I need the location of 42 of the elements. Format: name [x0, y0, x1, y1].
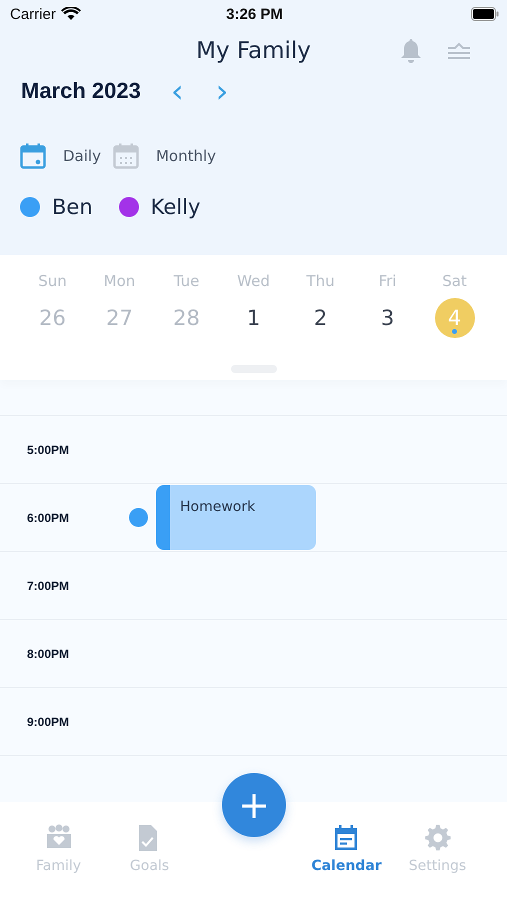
weekday-label: Thu	[305, 272, 336, 290]
battery-icon	[471, 7, 500, 21]
date-button[interactable]: 1	[234, 298, 274, 338]
date-button[interactable]: 2	[300, 298, 340, 338]
time-label: 8:00PM	[27, 646, 70, 660]
tab-bar-item[interactable]: Calendar	[301, 824, 392, 874]
settings-icon	[424, 824, 452, 852]
tab-bar-item[interactable]: Goals	[104, 824, 195, 874]
weekday-label: Sun	[37, 272, 68, 290]
date-button[interactable]: 28	[166, 298, 206, 338]
person-name: Ben	[52, 195, 93, 219]
weekday-label: Wed	[236, 272, 271, 290]
weekday-label: Tue	[172, 272, 200, 290]
weekday-label: Mon	[102, 272, 136, 290]
wifi-icon	[60, 7, 81, 21]
tab-bar-item[interactable]: Settings	[392, 824, 483, 874]
event-card[interactable]: Homework	[156, 485, 316, 550]
view-toggle[interactable]: Daily	[20, 141, 101, 171]
tab-bar-item[interactable]: Family	[13, 824, 104, 874]
month-label: March 2023	[21, 78, 141, 104]
next-month-button[interactable]: ›	[208, 77, 236, 105]
filter-icon[interactable]	[447, 41, 471, 61]
page-title: My Family	[196, 38, 311, 64]
time-label: 5:00PM	[27, 442, 70, 456]
view-toggle[interactable]: Monthly	[112, 141, 216, 171]
previous-month-button[interactable]: ‹	[162, 77, 192, 105]
weekday-label: Sat	[441, 272, 468, 290]
calendar-icon	[112, 143, 139, 169]
clock-time: 3:26 PM	[226, 6, 283, 22]
date-button[interactable]: 27	[100, 298, 140, 338]
person-name: Kelly	[150, 195, 200, 219]
date-button[interactable]: 26	[32, 298, 72, 338]
date-button[interactable]: 3	[368, 298, 408, 338]
date-button[interactable]: 4	[434, 298, 474, 338]
bell-icon[interactable]	[399, 38, 423, 64]
carrier-name: Carrier	[10, 6, 56, 22]
add-button[interactable]: +	[222, 773, 286, 837]
calendar-icon	[20, 143, 46, 169]
time-label: 7:00PM	[27, 578, 70, 592]
time-label: 9:00PM	[27, 714, 70, 728]
weekday-label: Fri	[378, 272, 398, 290]
time-label: 6:00PM	[27, 510, 70, 524]
